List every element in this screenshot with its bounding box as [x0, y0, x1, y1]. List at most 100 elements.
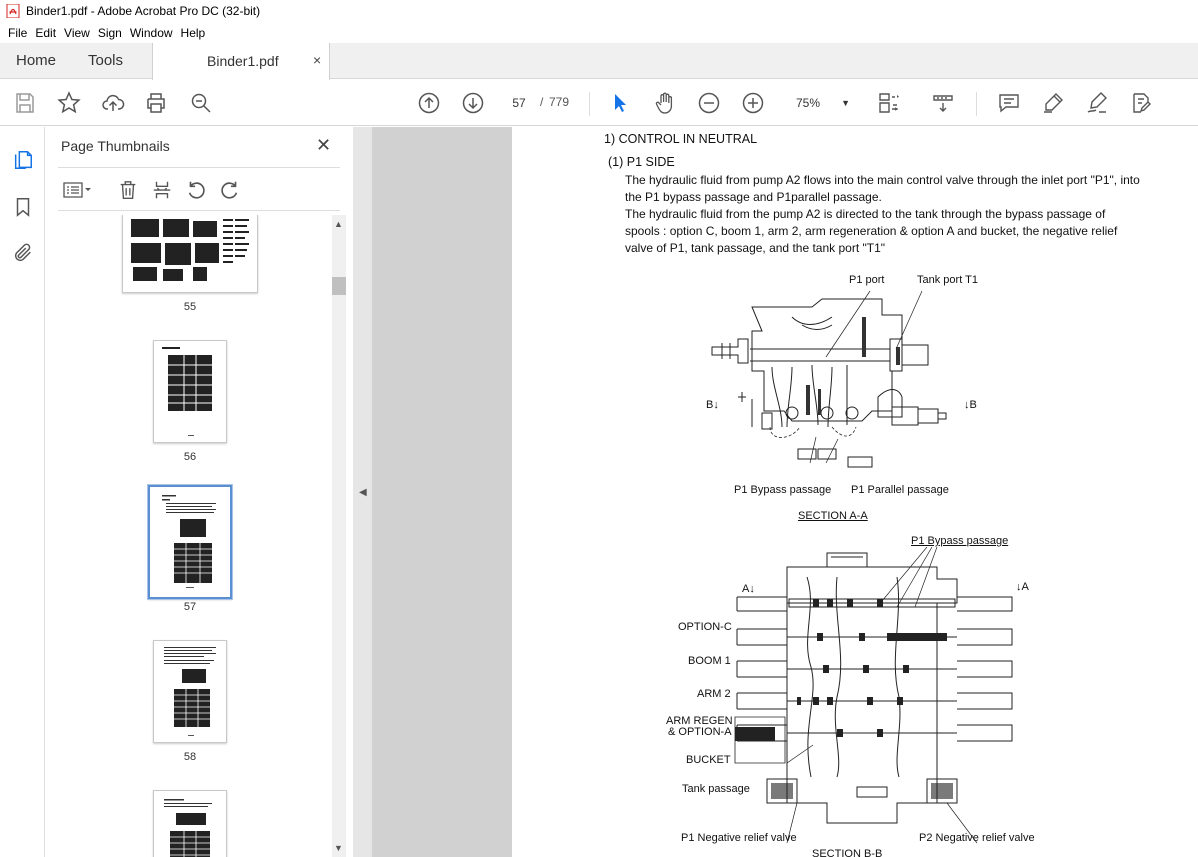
next-page-icon[interactable] [460, 90, 486, 116]
tab-close-icon[interactable]: × [313, 52, 321, 68]
valve-section-aa-drawing [711, 290, 947, 468]
label-section-a-right: ↓A [1016, 581, 1029, 593]
scroll-mode-icon[interactable] [930, 90, 956, 116]
delete-trash-icon[interactable] [116, 178, 140, 202]
page-total: 779 [549, 95, 570, 109]
window-title: Binder1.pdf - Adobe Acrobat Pro DC (32-b… [26, 4, 261, 18]
toolbar-divider [976, 92, 977, 116]
page-thumbnail[interactable] [122, 215, 258, 293]
save-icon[interactable] [12, 90, 38, 116]
page-thumbnail-selected[interactable] [147, 484, 233, 600]
chevron-down-icon: ▼ [841, 98, 850, 108]
zoom-level-value: 75% [796, 96, 821, 110]
label-tank-port: Tank port T1 [917, 274, 978, 286]
thumbnail-page-number: 58 [183, 751, 197, 763]
panel-splitter[interactable]: ◀ [353, 127, 372, 857]
select-cursor-icon[interactable] [607, 90, 633, 116]
label-p1-port: P1 port [849, 274, 885, 286]
section-bb-caption: SECTION B-B [812, 848, 883, 857]
bookmarks-icon[interactable] [10, 194, 36, 220]
menu-help[interactable]: Help [177, 26, 210, 40]
rotate-clockwise-icon[interactable] [218, 178, 242, 202]
scroll-down-icon[interactable]: ▼ [334, 843, 343, 853]
label-option-c: OPTION-C [678, 621, 732, 633]
zoom-out-icon[interactable] [696, 90, 722, 116]
label-arm-2: ARM 2 [697, 688, 731, 700]
menu-edit[interactable]: Edit [31, 26, 60, 40]
thumbnail-toolbar [58, 173, 340, 207]
thumbnail-scrollbar[interactable]: ▲ ▼ [332, 215, 346, 857]
options-menu-icon[interactable] [60, 178, 94, 202]
label-p1-parallel-passage: P1 Parallel passage [851, 484, 949, 496]
edit-pdf-icon[interactable] [1128, 90, 1154, 116]
page-separator: / [540, 95, 544, 109]
section-heading: 1) CONTROL IN NEUTRAL [604, 132, 758, 146]
collapse-panel-icon[interactable]: ◀ [359, 487, 367, 498]
zoom-search-icon[interactable] [188, 90, 214, 116]
panel-close-icon[interactable]: ✕ [316, 135, 331, 156]
tab-document-label: Binder1.pdf [207, 53, 279, 69]
label-section-b-right: ↓B [964, 399, 977, 411]
zoom-in-icon[interactable] [740, 90, 766, 116]
thumbnail-preview [131, 219, 249, 281]
left-navigation-rail [0, 127, 45, 857]
zoom-level-dropdown[interactable]: 75% ▼ [788, 93, 858, 115]
bookmark-star-icon[interactable] [56, 90, 82, 116]
extract-pages-icon[interactable] [150, 178, 174, 202]
rotate-counterclockwise-icon[interactable] [184, 178, 208, 202]
highlight-pen-icon[interactable] [1040, 90, 1066, 116]
label-tank-passage: Tank passage [682, 783, 750, 795]
label-boom-1: BOOM 1 [688, 655, 731, 667]
page-number-input[interactable]: 57 [504, 91, 534, 115]
page-thumbnail[interactable] [153, 790, 227, 857]
menu-sign[interactable]: Sign [94, 26, 126, 40]
panel-divider [58, 210, 340, 211]
pdf-page: 1) CONTROL IN NEUTRAL (1) P1 SIDE The hy… [512, 127, 1198, 857]
page-thumbnail[interactable] [153, 640, 227, 743]
thumbnail-page-number: 56 [183, 451, 197, 463]
print-icon[interactable] [143, 90, 169, 116]
menu-view[interactable]: View [60, 26, 94, 40]
draw-signature-icon[interactable] [1084, 90, 1110, 116]
label-p2-negative-relief-valve: P2 Negative relief valve [919, 832, 1035, 844]
menu-window[interactable]: Window [126, 26, 177, 40]
label-section-a-left: A↓ [742, 583, 755, 595]
scroll-up-icon[interactable]: ▲ [334, 219, 343, 229]
section-aa-caption: SECTION A-A [798, 510, 868, 522]
page-thumbnails-icon[interactable] [10, 147, 36, 173]
scrollbar-thumb[interactable] [332, 277, 346, 295]
body-text: The hydraulic fluid from pump A2 flows i… [625, 173, 1140, 187]
tab-document[interactable]: Binder1.pdf × [152, 43, 330, 80]
menu-file[interactable]: File [4, 26, 31, 40]
page-thumbnails-panel: Page Thumbnails ✕ 55 56 57 58 ▲ ▼ [46, 127, 353, 857]
page-fit-icon[interactable] [876, 90, 902, 116]
thumbnail-preview [164, 799, 212, 857]
label-p1-negative-relief-valve: P1 Negative relief valve [681, 832, 797, 844]
arrow-down-icon: ↓ [749, 583, 755, 595]
previous-page-icon[interactable] [416, 90, 442, 116]
label-p1-bypass-passage: P1 Bypass passage [734, 484, 832, 496]
panel-divider [58, 167, 340, 168]
thumbnail-page-number: 55 [183, 301, 197, 313]
body-text: The hydraulic fluid from the pump A2 is … [625, 207, 1106, 221]
hand-tool-icon[interactable] [652, 90, 678, 116]
thumbnail-preview [162, 495, 216, 588]
thumbnail-list: 55 56 57 58 [46, 215, 336, 857]
page-thumbnail[interactable] [153, 340, 227, 443]
toolbar-divider [589, 92, 590, 116]
main-toolbar: 57 / 779 75% ▼ [0, 80, 1198, 126]
body-text: spools : option C, boom 1, arm 2, arm re… [625, 224, 1118, 238]
tab-home[interactable]: Home [16, 43, 56, 79]
label-section-b-left: B↓ [706, 399, 719, 411]
document-view[interactable]: 1) CONTROL IN NEUTRAL (1) P1 SIDE The hy… [372, 127, 1198, 857]
upload-cloud-icon[interactable] [100, 90, 126, 116]
label-p1-bypass-passage-bb: P1 Bypass passage [911, 535, 1009, 547]
panel-title: Page Thumbnails [61, 138, 170, 154]
label-bucket: BUCKET [686, 754, 731, 766]
body-text: the P1 bypass passage and P1parallel pas… [625, 190, 882, 204]
tab-tools[interactable]: Tools [88, 43, 123, 79]
valve-section-bb-drawing [734, 547, 1013, 844]
comment-icon[interactable] [996, 90, 1022, 116]
body-text: valve of P1, tank passage, and the tank … [625, 241, 886, 255]
attachments-paperclip-icon[interactable] [10, 240, 36, 266]
